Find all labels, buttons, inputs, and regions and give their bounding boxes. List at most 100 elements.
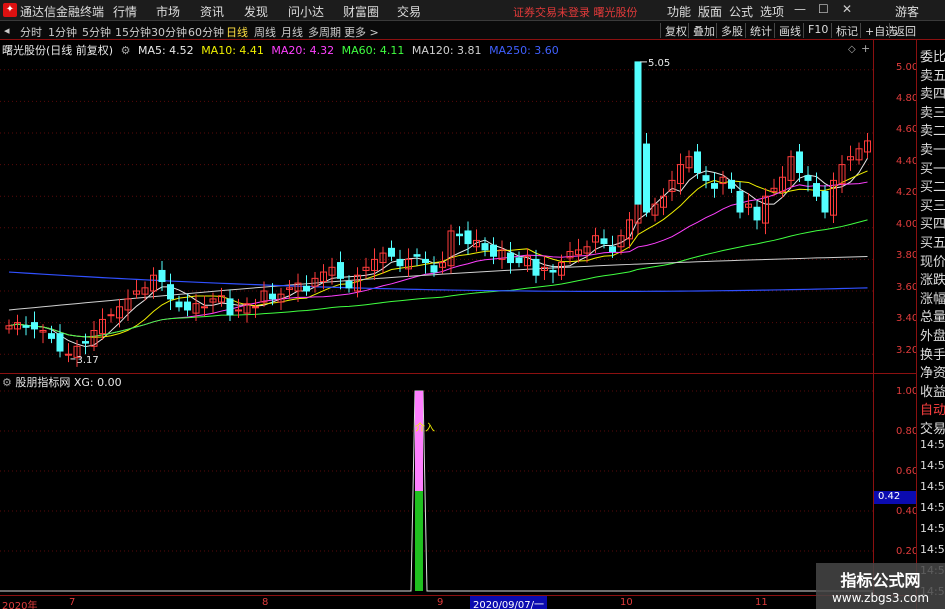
indicator-axis: 1.00 0.80 0.60 0.40 0.20 0.42 (873, 373, 919, 595)
f10-button[interactable]: F10 (803, 23, 828, 38)
price-tick: 3.60 (896, 282, 919, 293)
menu-function[interactable]: 功能 (667, 3, 691, 20)
return-button[interactable]: 返回 (889, 23, 916, 38)
overlay-button[interactable]: 叠加 (688, 23, 715, 38)
side-row-label: 卖三 (920, 105, 945, 121)
side-row-label: 买三 (920, 198, 945, 214)
candle-body (813, 183, 820, 197)
side-row-label: 买二 (920, 180, 945, 196)
candle-body (184, 301, 191, 311)
close-icon[interactable]: ✕ (842, 2, 852, 16)
candle-body (175, 301, 183, 308)
menu-wealth[interactable]: 财富圈 (343, 3, 379, 20)
restore-rights-button[interactable]: 复权 (660, 23, 687, 38)
date-cursor: 2020/09/07/一 (470, 596, 548, 609)
signal-label: 介入 (415, 422, 435, 434)
indicator-tick: 0.40 (896, 506, 919, 517)
price-tick: 4.40 (896, 156, 919, 167)
candle-body (31, 322, 38, 330)
candle-body (201, 306, 208, 309)
date-axis: 2020年 7 8 9 2020/09/07/一 10 11 (0, 595, 916, 609)
indicator-chart[interactable]: 介入 (0, 373, 873, 595)
period-30min[interactable]: 30分钟 (151, 24, 187, 40)
candle-body (609, 246, 616, 252)
menu-layout[interactable]: 版面 (698, 3, 722, 20)
low-price-annotation: 3.17 (77, 355, 99, 366)
menu-options[interactable]: 选项 (760, 3, 784, 20)
period-60min[interactable]: 60分钟 (188, 24, 224, 40)
minimize-icon[interactable]: — (794, 2, 806, 16)
side-row-label: 净资 (920, 366, 945, 382)
candle-body (821, 190, 829, 213)
candle-body (490, 244, 497, 257)
candle-body (804, 175, 812, 181)
menu-formula[interactable]: 公式 (729, 3, 753, 20)
period-weekly[interactable]: 周线 (254, 24, 276, 40)
candle-body (337, 262, 344, 279)
ma60-line (8, 219, 868, 338)
menu-news[interactable]: 资讯 (200, 3, 224, 20)
high-price-annotation: 5.05 (648, 58, 670, 69)
side-row-label[interactable]: 交易 (920, 418, 945, 437)
candle-body (226, 298, 234, 316)
period-monthly[interactable]: 月线 (281, 24, 303, 40)
date-label: 8 (262, 597, 269, 608)
price-tick: 3.40 (896, 313, 919, 324)
period-back-icon[interactable]: ◂ (4, 24, 10, 37)
period-15min[interactable]: 15分钟 (115, 24, 151, 40)
side-row-label: 卖二 (920, 124, 945, 140)
candle-body (796, 151, 803, 173)
candlestick-chart[interactable]: 5.05 3.17 ◇ + (0, 40, 873, 373)
candle-body (549, 269, 557, 273)
menu-market[interactable]: 市场 (156, 3, 180, 20)
candle-body (736, 190, 744, 213)
menu-quotes[interactable]: 行情 (113, 3, 137, 20)
app-logo-icon: ✦ (3, 3, 17, 17)
price-tick: 4.00 (896, 219, 919, 230)
diamond-icon[interactable]: ◇ (848, 44, 856, 55)
menu-trade[interactable]: 交易 (397, 3, 421, 20)
ma250-line (8, 271, 868, 292)
trade-time: 14:56 (920, 501, 945, 514)
date-label: 7 (69, 597, 76, 608)
multi-stock-button[interactable]: 多股 (716, 23, 743, 38)
period-daily[interactable]: 日线 (226, 24, 248, 40)
maximize-icon[interactable]: ☐ (818, 2, 829, 16)
menu-ask[interactable]: 问小达 (288, 3, 324, 20)
price-tick: 4.60 (896, 124, 919, 135)
side-row-label[interactable]: 自动 (920, 399, 945, 418)
side-row-label: 涨跌 (920, 273, 945, 289)
indicator-tick: 0.60 (896, 466, 919, 477)
indicator-tick: 0.80 (896, 426, 919, 437)
candle-body (702, 175, 710, 181)
draw-line-button[interactable]: 画线 (774, 23, 801, 38)
price-tick: 4.20 (896, 187, 919, 198)
statistics-button[interactable]: 统计 (745, 23, 772, 38)
side-row-label: 买五 (920, 236, 945, 251)
price-tick: 3.80 (896, 250, 919, 261)
candle-body (48, 333, 55, 339)
trade-time: 14:56 (920, 438, 945, 451)
xg-line (0, 390, 873, 592)
quote-side-panel: 委比 卖五 卖四 卖三 卖二 卖一 买一 买二 买三 买四 买五 现价 涨跌 涨幅 总量 外盘 换手 净资 收益 自动… (916, 40, 945, 609)
candle-body (22, 325, 30, 328)
candle-body (396, 258, 404, 267)
mark-button[interactable]: 标记 (831, 23, 858, 38)
side-row-label: 卖一 (920, 143, 945, 158)
period-1min[interactable]: 1分钟 (48, 24, 77, 40)
plus-icon[interactable]: + (861, 42, 870, 55)
period-intraday[interactable]: 分时 (20, 24, 42, 40)
menu-discover[interactable]: 发现 (244, 3, 268, 20)
login-notice[interactable]: 证券交易未登录 曙光股份 (513, 4, 638, 20)
candle-body (158, 269, 166, 283)
ma5-line (8, 158, 868, 348)
candle-body (303, 285, 310, 292)
period-more[interactable]: 更多 > (344, 24, 379, 40)
period-multi[interactable]: 多周期 (308, 24, 341, 40)
guest-button[interactable]: 游客 (895, 3, 919, 20)
side-row-label: 收益 (920, 384, 945, 400)
ma120-line (8, 255, 868, 311)
period-5min[interactable]: 5分钟 (82, 24, 111, 40)
date-label: 9 (437, 597, 444, 608)
side-row-label: 委比 (920, 50, 945, 65)
